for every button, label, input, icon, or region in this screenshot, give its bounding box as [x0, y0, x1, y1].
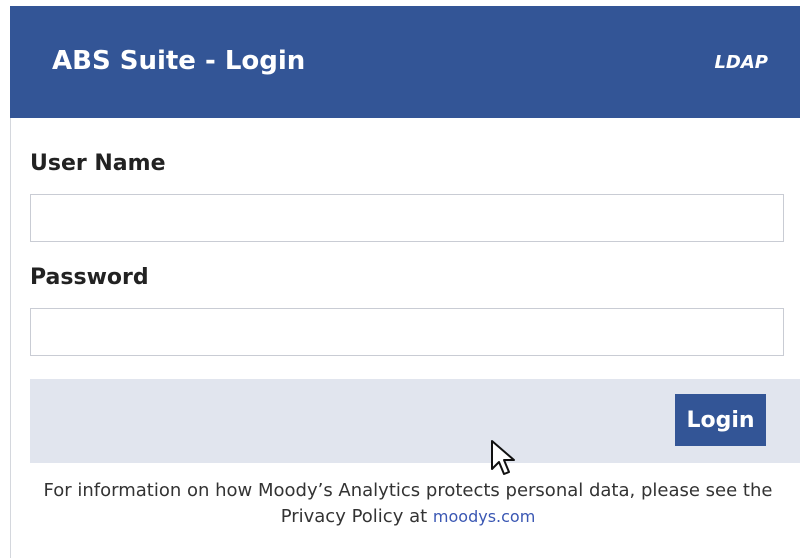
username-label: User Name — [30, 151, 166, 176]
password-input[interactable] — [30, 308, 784, 356]
mouse-pointer-icon — [491, 440, 515, 475]
left-border — [10, 118, 11, 558]
password-label: Password — [30, 265, 149, 290]
login-header: ABS Suite - Login LDAP — [10, 6, 800, 118]
login-window: ABS Suite - Login LDAP User Name Passwor… — [0, 0, 800, 558]
auth-mode-label: LDAP — [714, 52, 768, 73]
login-button[interactable]: Login — [675, 394, 766, 446]
privacy-note-text: For information on how Moody’s Analytics… — [43, 480, 773, 527]
moodys-link[interactable]: moodys.com — [433, 507, 535, 526]
page-title: ABS Suite - Login — [52, 46, 306, 76]
privacy-note: For information on how Moody’s Analytics… — [16, 478, 800, 530]
username-input[interactable] — [30, 194, 784, 242]
